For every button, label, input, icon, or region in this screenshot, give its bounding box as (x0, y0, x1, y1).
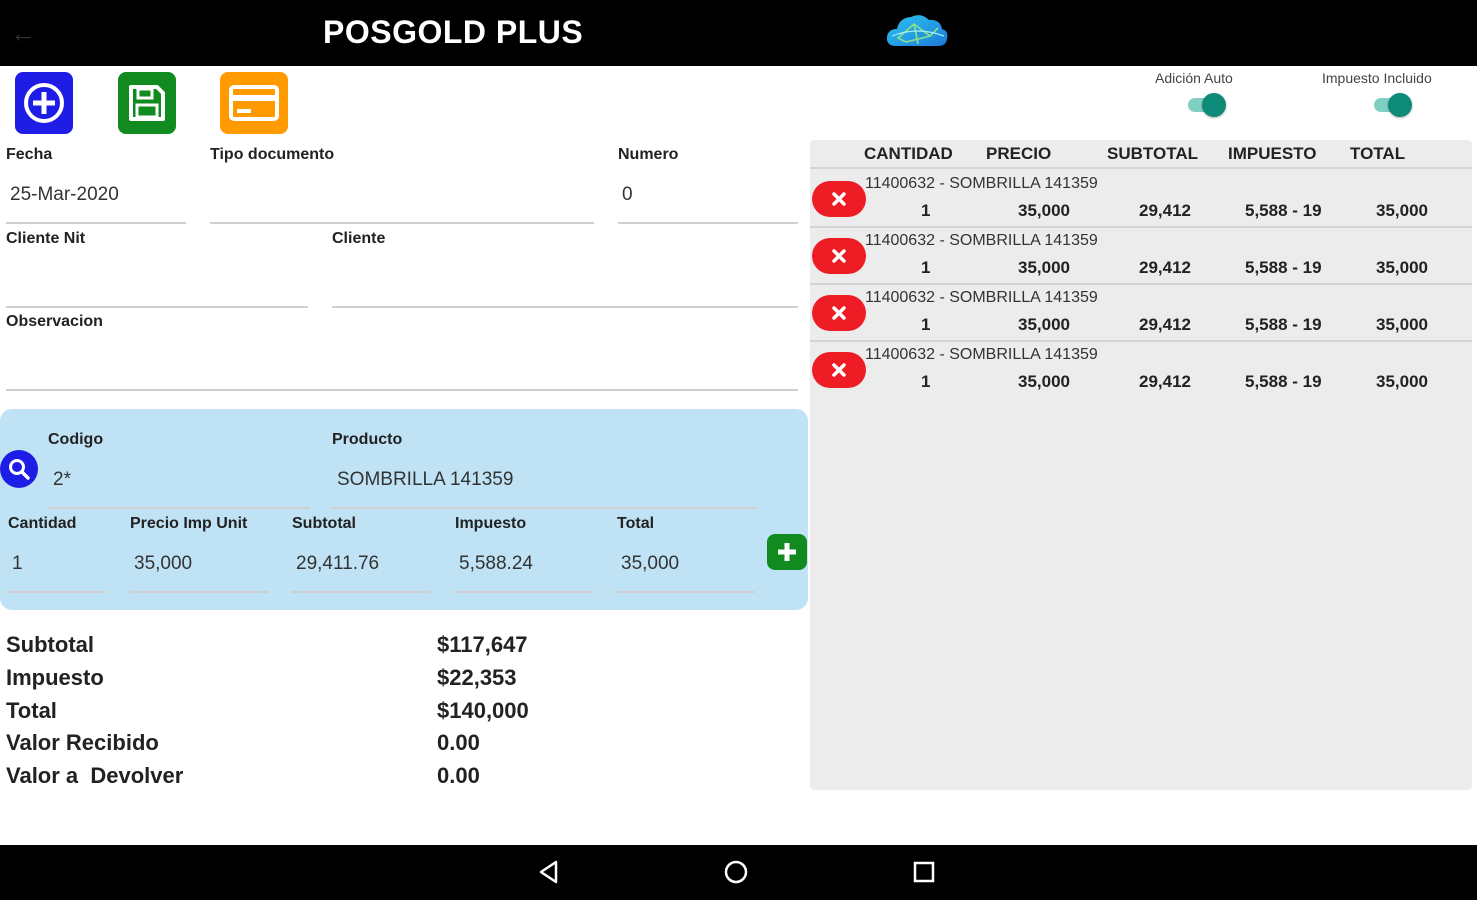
search-icon (9, 459, 30, 480)
row-subtotal: 29,412 (1139, 315, 1191, 334)
row-impuesto: 5,588 - 19 (1245, 372, 1322, 391)
delete-row-button[interactable] (812, 181, 866, 217)
subtotal-field[interactable]: 29,411.76 (296, 553, 379, 575)
delete-row-button[interactable] (812, 238, 866, 274)
row-precio: 35,000 (1018, 372, 1070, 391)
tipo-documento-label: Tipo documento (210, 146, 335, 163)
row-description: 11400632 - SOMBRILLA 141359 (865, 232, 1098, 249)
precio-imp-unit-field[interactable]: 35,000 (134, 553, 192, 575)
column-header-precio: PRECIO (986, 144, 1052, 163)
save-button[interactable] (118, 72, 176, 134)
plus-icon (778, 543, 796, 561)
cliente-label: Cliente (332, 230, 386, 247)
search-product-button[interactable] (0, 450, 38, 488)
summary-impuesto-value: $22,353 (437, 665, 517, 690)
triangle-back-icon[interactable] (534, 857, 564, 887)
floppy-disk-icon (129, 85, 165, 121)
summary-subtotal-label: Subtotal (6, 632, 94, 657)
app-bar: ← POSGOLD PLUS (0, 0, 1477, 66)
subtotal-label: Subtotal (292, 515, 356, 532)
row-precio: 35,000 (1018, 315, 1070, 334)
column-header-cantidad: CANTIDAD (864, 144, 953, 163)
summary-valor-devolver-label: Valor a Devolver (6, 763, 184, 788)
column-header-total: TOTAL (1350, 144, 1406, 163)
row-description: 11400632 - SOMBRILLA 141359 (865, 346, 1098, 363)
payment-card-button[interactable] (220, 72, 288, 134)
credit-card-icon (229, 85, 279, 121)
row-total: 35,000 (1376, 201, 1428, 220)
row-description: 11400632 - SOMBRILLA 141359 (865, 175, 1098, 192)
summary-valor-recibido-value: 0.00 (437, 730, 480, 755)
table-row: 11400632 - SOMBRILLA 141359 1 35,000 29,… (810, 342, 1472, 399)
cloud-logo-icon (886, 15, 948, 46)
row-impuesto: 5,588 - 19 (1245, 315, 1322, 334)
arrow-left-icon[interactable]: ← (10, 20, 38, 48)
row-impuesto: 5,588 - 19 (1245, 258, 1322, 277)
close-icon (832, 306, 846, 320)
cliente-nit-label: Cliente Nit (6, 230, 86, 247)
toggle-label-impuesto-incluido: Impuesto Incluido (1322, 70, 1432, 86)
cantidad-field[interactable]: 1 (12, 553, 23, 575)
add-document-button[interactable] (15, 72, 73, 134)
total-label: Total (617, 515, 655, 532)
summary-total-value: $140,000 (437, 698, 529, 723)
producto-field[interactable]: SOMBRILLA 141359 (337, 469, 513, 491)
row-impuesto: 5,588 - 19 (1245, 201, 1322, 220)
impuesto-label: Impuesto (455, 515, 527, 532)
cantidad-label: Cantidad (8, 515, 77, 532)
column-header-impuesto: IMPUESTO (1228, 144, 1317, 163)
circle-home-icon[interactable] (721, 857, 751, 887)
system-nav-bar (0, 845, 1477, 900)
row-total: 35,000 (1376, 258, 1428, 277)
numero-field[interactable]: 0 (622, 184, 633, 206)
table-row: 11400632 - SOMBRILLA 141359 1 35,000 29,… (810, 171, 1472, 228)
precio-imp-unit-label: Precio Imp Unit (130, 515, 248, 532)
row-cantidad: 1 (921, 372, 931, 391)
row-cantidad: 1 (921, 201, 931, 220)
square-recent-icon[interactable] (909, 857, 939, 887)
delete-row-button[interactable] (812, 352, 866, 388)
close-icon (832, 192, 846, 206)
row-subtotal: 29,412 (1139, 258, 1191, 277)
observacion-label: Observacion (6, 313, 103, 330)
toggle-label-adicion-auto: Adición Auto (1155, 70, 1233, 86)
producto-label: Producto (332, 431, 403, 448)
delete-row-button[interactable] (812, 295, 866, 331)
table-row: 11400632 - SOMBRILLA 141359 1 35,000 29,… (810, 285, 1472, 342)
row-cantidad: 1 (921, 315, 931, 334)
summary-total-label: Total (6, 698, 57, 723)
row-subtotal: 29,412 (1139, 201, 1191, 220)
fecha-label: Fecha (6, 146, 53, 163)
row-subtotal: 29,412 (1139, 372, 1191, 391)
codigo-field[interactable]: 2* (53, 469, 71, 491)
summary-impuesto-label: Impuesto (6, 665, 104, 690)
numero-label: Numero (618, 146, 679, 163)
table-row: 11400632 - SOMBRILLA 141359 1 35,000 29,… (810, 228, 1472, 285)
summary-valor-recibido-label: Valor Recibido (6, 730, 159, 755)
add-item-button[interactable] (767, 534, 807, 570)
plus-circle-icon (24, 83, 64, 123)
codigo-label: Codigo (48, 431, 104, 448)
summary-valor-devolver-value: 0.00 (437, 763, 480, 788)
row-total: 35,000 (1376, 372, 1428, 391)
summary-subtotal-value: $117,647 (437, 632, 528, 657)
column-header-subtotal: SUBTOTAL (1107, 144, 1198, 163)
row-description: 11400632 - SOMBRILLA 141359 (865, 289, 1098, 306)
row-precio: 35,000 (1018, 201, 1070, 220)
app-title: POSGOLD PLUS (323, 14, 584, 50)
toggle-impuesto-incluido[interactable] (1374, 93, 1412, 117)
impuesto-field[interactable]: 5,588.24 (459, 553, 533, 575)
close-icon (832, 363, 846, 377)
total-field[interactable]: 35,000 (621, 553, 679, 575)
row-total: 35,000 (1376, 315, 1428, 334)
close-icon (832, 249, 846, 263)
fecha-field[interactable]: 25-Mar-2020 (10, 184, 119, 206)
row-precio: 35,000 (1018, 258, 1070, 277)
row-cantidad: 1 (921, 258, 931, 277)
product-entry-panel (0, 409, 808, 610)
toggle-adicion-auto[interactable] (1188, 93, 1226, 117)
